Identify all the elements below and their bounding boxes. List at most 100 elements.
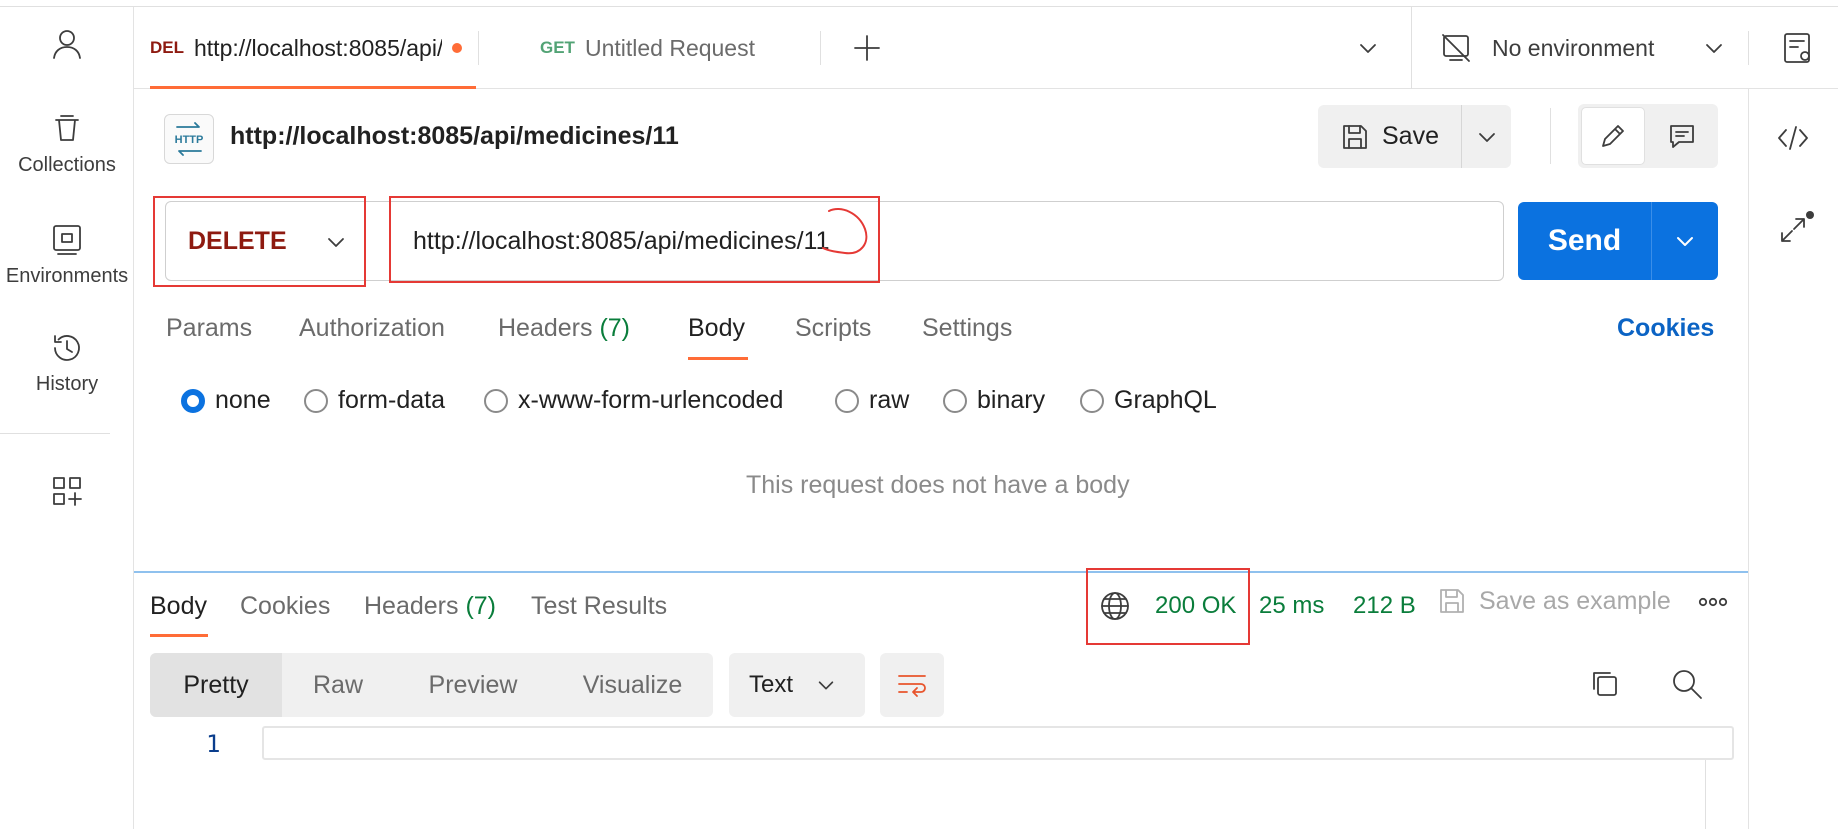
- tab-separator: [1748, 31, 1749, 65]
- response-view-selector: Pretty Raw Preview Visualize: [150, 653, 713, 717]
- radio-raw[interactable]: raw: [835, 386, 909, 415]
- environment-selector[interactable]: No environment: [1440, 29, 1740, 67]
- search-icon: [1673, 670, 1702, 699]
- response-tab-cookies[interactable]: Cookies: [240, 592, 330, 621]
- method-select[interactable]: DELETE: [165, 201, 365, 281]
- tab-params[interactable]: Params: [166, 314, 252, 343]
- wrap-lines-button[interactable]: [880, 653, 944, 717]
- view-visualize[interactable]: Visualize: [552, 653, 713, 717]
- radio-x-www-form-urlencoded[interactable]: x-www-form-urlencoded: [484, 386, 783, 415]
- tab-list-dropdown[interactable]: [1356, 36, 1380, 60]
- active-tab-indicator: [150, 86, 476, 89]
- radio-label: x-www-form-urlencoded: [518, 386, 784, 414]
- headers-count: (7): [599, 314, 631, 342]
- url-value: http://localhost:8085/api/medicines/11: [413, 226, 830, 255]
- expand-arrows-icon: [1781, 211, 1814, 242]
- network-info-button[interactable]: [1098, 589, 1132, 623]
- radio-label: binary: [977, 386, 1046, 414]
- profile-button[interactable]: [0, 27, 134, 61]
- tab-separator: [478, 31, 479, 65]
- tab-body[interactable]: Body: [688, 314, 745, 343]
- save-button[interactable]: Save: [1318, 105, 1462, 168]
- code-icon: [1778, 126, 1808, 150]
- status-code[interactable]: 200 OK: [1155, 592, 1236, 620]
- radio-indicator: [835, 388, 859, 413]
- radio-form-data[interactable]: form-data: [304, 386, 445, 415]
- comments-button[interactable]: [1650, 107, 1714, 165]
- format-value: Text: [749, 671, 794, 698]
- editor-scrollbar[interactable]: [1705, 760, 1706, 829]
- history-icon: [54, 335, 80, 361]
- send-button[interactable]: Send: [1518, 202, 1652, 280]
- tab-method: GET: [540, 38, 575, 57]
- response-tab-test-results[interactable]: Test Results: [531, 592, 667, 621]
- tab-separator: [820, 31, 821, 65]
- more-horizontal-icon: [1698, 597, 1728, 607]
- send-options-dropdown[interactable]: [1652, 202, 1718, 280]
- tab-title: Untitled Request: [584, 34, 755, 61]
- configure-workbench-button[interactable]: [0, 474, 134, 508]
- tab-scripts[interactable]: Scripts: [795, 314, 871, 343]
- response-size[interactable]: 212 B: [1353, 592, 1416, 620]
- radio-label: form-data: [338, 386, 445, 414]
- radio-indicator: [304, 388, 328, 413]
- chevron-down-icon: [1706, 44, 1722, 53]
- svg-text:HTTP: HTTP: [175, 134, 204, 146]
- comment-icon: [1670, 125, 1694, 148]
- cookies-link[interactable]: Cookies: [1617, 314, 1714, 343]
- format-select[interactable]: Text: [729, 653, 865, 717]
- save-options-dropdown[interactable]: [1462, 105, 1511, 168]
- add-widget-icon: [53, 477, 82, 506]
- active-tab-indicator: [688, 357, 748, 360]
- view-preview[interactable]: Preview: [394, 653, 552, 717]
- chevron-down-icon: [1677, 237, 1693, 246]
- radio-none[interactable]: none: [181, 386, 271, 415]
- more-actions-button[interactable]: [1698, 596, 1728, 608]
- environment-quick-look-button[interactable]: [1781, 31, 1815, 65]
- edit-mode-button[interactable]: [1581, 107, 1645, 165]
- pane-resize-handle[interactable]: [134, 571, 1748, 573]
- tab-authorization[interactable]: Authorization: [299, 314, 445, 343]
- response-tab-headers[interactable]: Headers (7): [364, 592, 496, 621]
- new-tab-button[interactable]: [850, 31, 884, 65]
- request-title[interactable]: http://localhost:8085/api/medicines/11: [230, 122, 679, 151]
- header-divider: [1550, 108, 1551, 164]
- related-collections-button[interactable]: [1776, 211, 1816, 247]
- response-tab-body[interactable]: Body: [150, 592, 207, 621]
- code-snippet-button[interactable]: [1776, 121, 1810, 155]
- response-editor[interactable]: [262, 726, 1734, 760]
- tab-title: http://localhost:8085/api/medicines/11: [194, 34, 442, 61]
- radio-indicator: [943, 388, 967, 413]
- search-button[interactable]: [1670, 667, 1704, 701]
- right-sidebar: [1748, 89, 1838, 829]
- sidebar-item-label: History: [35, 373, 99, 395]
- plus-icon: [854, 35, 880, 61]
- sidebar-item-history[interactable]: History: [0, 331, 134, 396]
- tab-untitled-request[interactable]: GET Untitled Request: [540, 7, 755, 89]
- tab-method: DEL: [150, 38, 184, 57]
- tab-headers[interactable]: Headers (7): [498, 314, 630, 343]
- save-icon: [1343, 124, 1367, 149]
- url-input[interactable]: http://localhost:8085/api/medicines/11: [364, 201, 1504, 281]
- radio-label: none: [215, 386, 271, 414]
- radio-graphql[interactable]: GraphQL: [1080, 386, 1217, 415]
- save-as-example-label: Save as example: [1479, 586, 1671, 615]
- empty-body-message: This request does not have a body: [746, 471, 1130, 499]
- pencil-icon: [1602, 125, 1624, 147]
- sidebar-item-collections[interactable]: Collections: [0, 112, 134, 177]
- tab-settings[interactable]: Settings: [922, 314, 1012, 343]
- copy-button[interactable]: [1588, 667, 1620, 699]
- view-raw[interactable]: Raw: [282, 653, 394, 717]
- sidebar-divider: [0, 433, 110, 434]
- save-as-example-button[interactable]: Save as example: [1437, 586, 1671, 616]
- response-time[interactable]: 25 ms: [1259, 592, 1324, 620]
- method-value: DELETE: [188, 226, 287, 255]
- send-button-group: Send: [1518, 202, 1718, 280]
- sidebar-item-environments[interactable]: Environments: [0, 223, 134, 288]
- sidebar-item-label: Collections: [18, 154, 116, 176]
- radio-binary[interactable]: binary: [943, 386, 1045, 415]
- radio-indicator: [1080, 388, 1104, 413]
- no-environment-icon: [1442, 34, 1470, 62]
- view-pretty[interactable]: Pretty: [150, 653, 282, 717]
- tab-delete-request[interactable]: DEL http://localhost:8085/api/medicines/…: [150, 7, 476, 89]
